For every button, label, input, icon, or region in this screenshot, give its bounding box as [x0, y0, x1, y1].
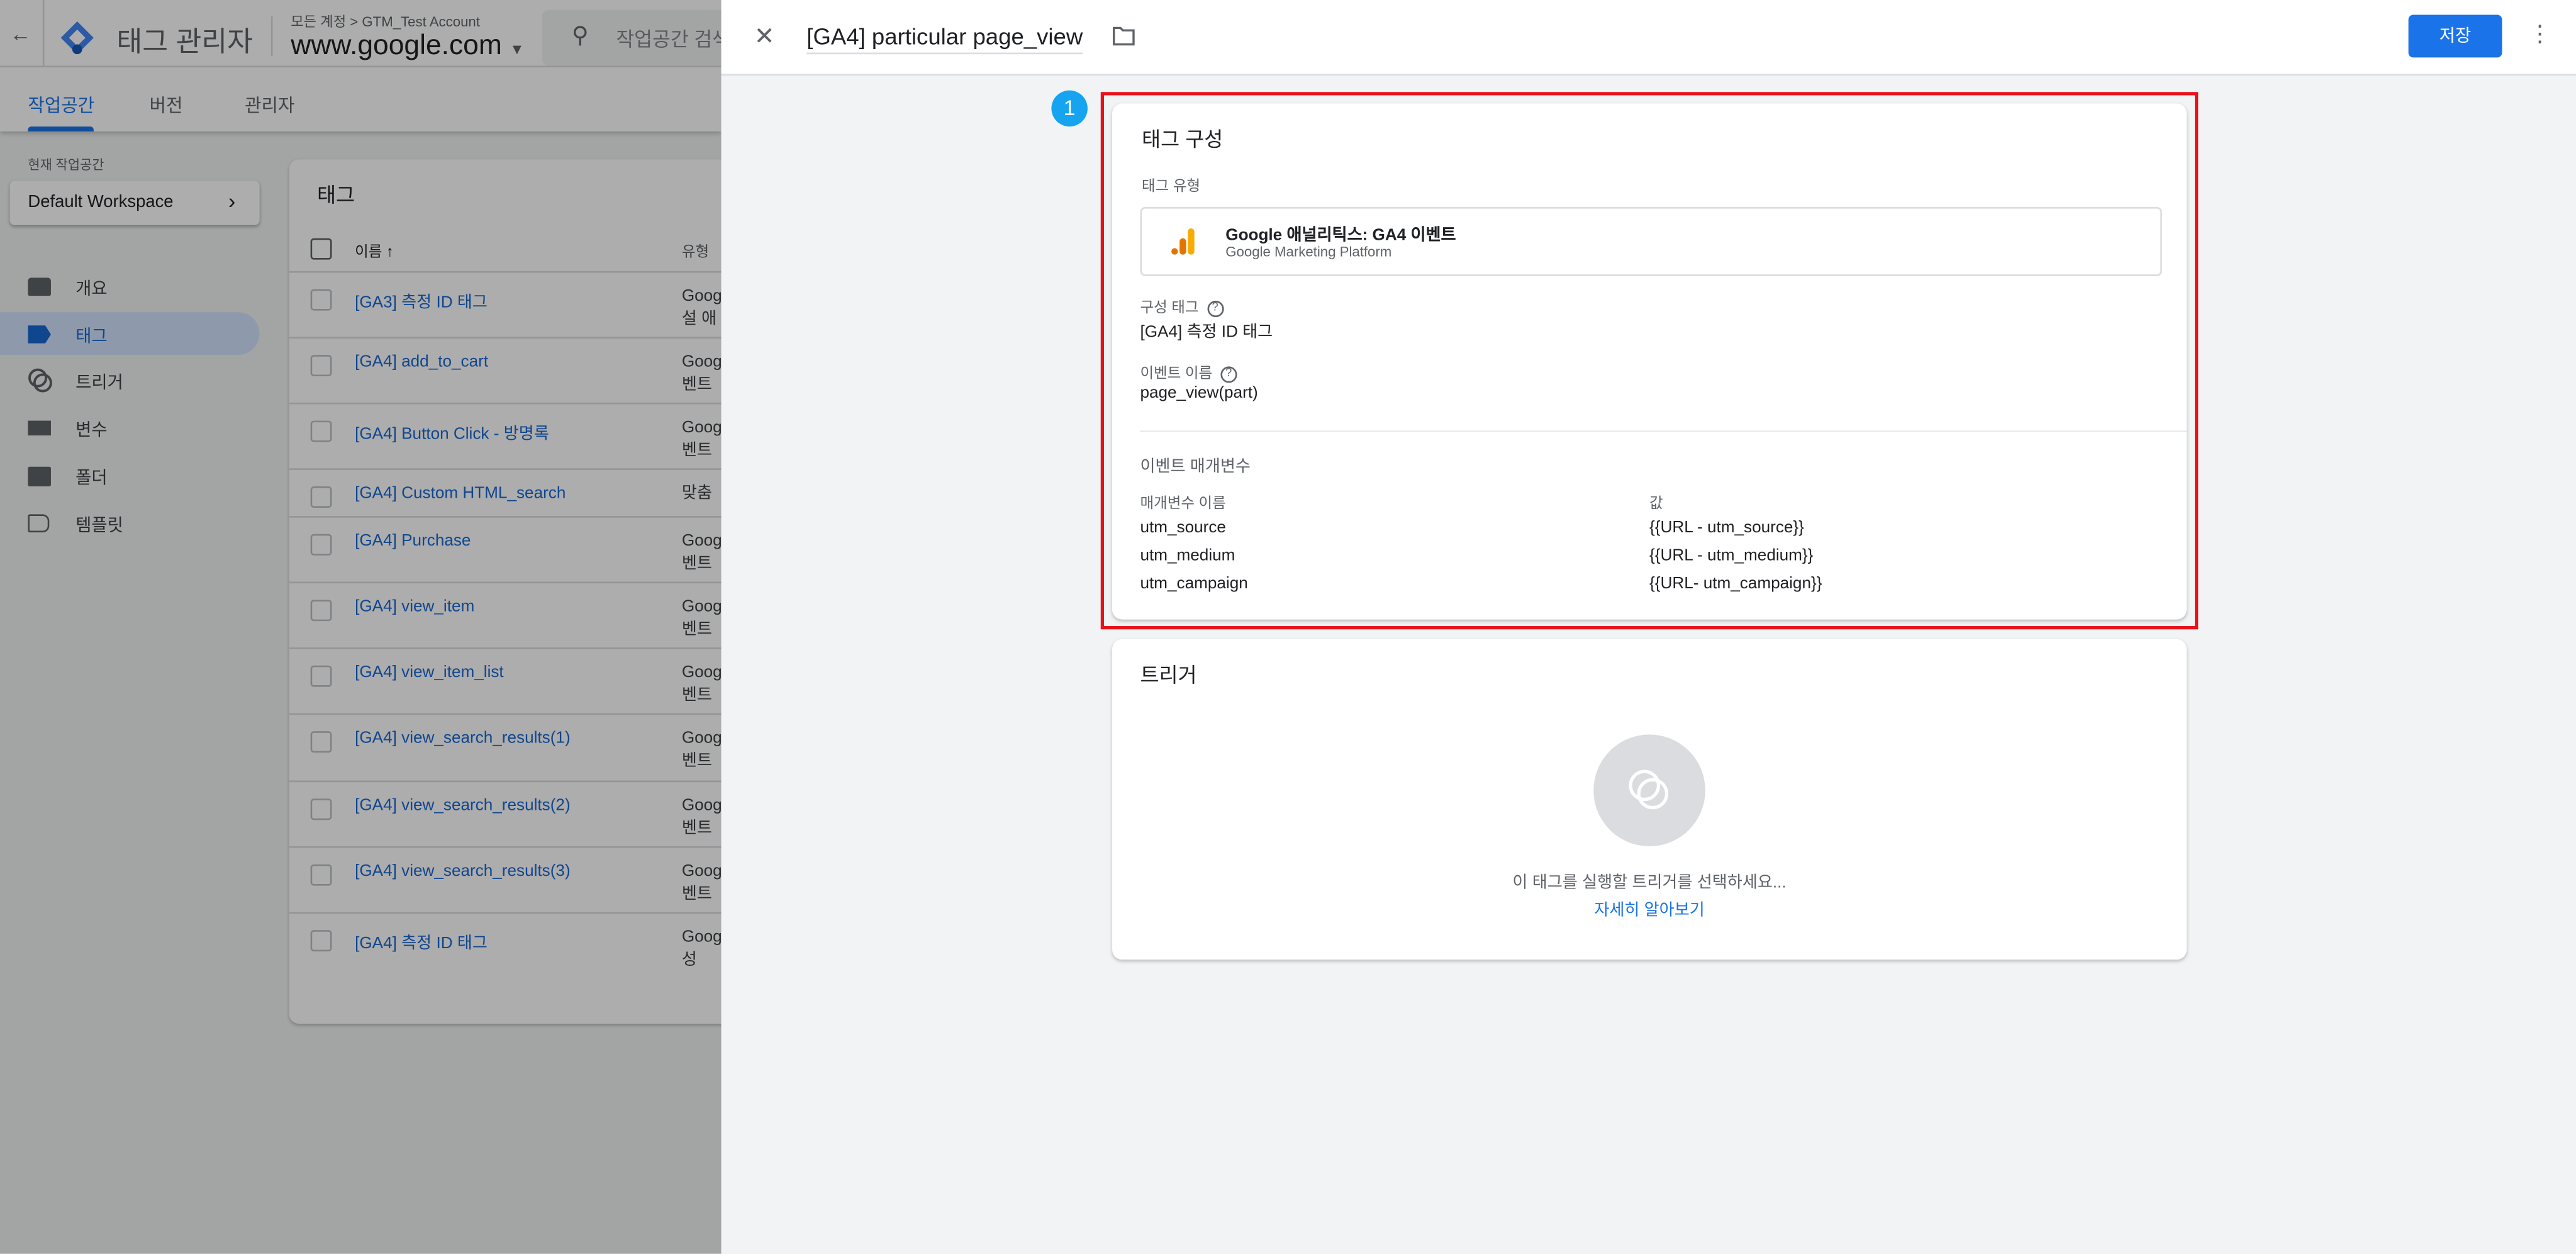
param-name: utm_medium	[1140, 547, 1235, 566]
step-badge: 1	[1051, 90, 1088, 127]
param-name-header: 매개변수 이름	[1140, 495, 1226, 512]
config-tag-label: 구성 태그?	[1140, 296, 1224, 317]
param-value-header: 값	[1649, 495, 1663, 512]
more-options-icon[interactable]: ⋮	[2528, 20, 2551, 47]
help-icon[interactable]: ?	[1207, 300, 1224, 317]
editor-header: ✕ [GA4] particular page_view 저장 ⋮	[721, 0, 2576, 76]
help-icon[interactable]: ?	[1220, 366, 1237, 383]
trigger-empty-text: 이 태그를 실행할 트리거를 선택하세요...	[1512, 874, 1787, 893]
tag-type-box[interactable]: Google 애널리틱스: GA4 이벤트 Google Marketing P…	[1140, 207, 2162, 276]
trigger-placeholder-icon[interactable]	[1593, 734, 1705, 846]
tag-type-label: 태그 유형	[1142, 177, 1201, 194]
close-icon[interactable]: ✕	[754, 21, 775, 51]
tag-editor-panel: ✕ [GA4] particular page_view 저장 ⋮ 1 태그 구…	[721, 0, 2576, 1254]
param-name: utm_source	[1140, 519, 1226, 537]
param-value: {{URL - utm_medium}}	[1649, 547, 1814, 566]
param-value: {{URL- utm_campaign}}	[1649, 575, 1822, 593]
param-value: {{URL - utm_source}}	[1649, 519, 1804, 537]
triggering-card[interactable]: 트리거 이 태그를 실행할 트리거를 선택하세요... 자세히 알아보기	[1112, 639, 2187, 960]
save-button[interactable]: 저장	[2408, 14, 2502, 58]
learn-more-link[interactable]: 자세히 알아보기	[1112, 895, 2187, 921]
event-params-title: 이벤트 매개변수	[1140, 458, 1251, 477]
tag-configuration-card[interactable]: 태그 구성 태그 유형 Google 애널리틱스: GA4 이벤트 Google…	[1112, 103, 2187, 620]
google-analytics-icon	[1171, 228, 1195, 255]
param-name: utm_campaign	[1140, 575, 1248, 593]
divider	[1140, 430, 2187, 432]
config-title: 태그 구성	[1142, 128, 1224, 152]
tag-name-input[interactable]: [GA4] particular page_view	[806, 23, 1083, 55]
tag-type-vendor: Google Marketing Platform	[1225, 243, 1392, 260]
event-name-value: page_view(part)	[1140, 384, 1258, 403]
folder-icon[interactable]	[1112, 26, 1135, 46]
config-tag-value: [GA4] 측정 ID 태그	[1140, 323, 1273, 342]
modal-backdrop[interactable]	[0, 0, 722, 1254]
trigger-title: 트리거	[1140, 664, 1197, 687]
event-name-label: 이벤트 이름?	[1140, 362, 1237, 383]
tag-type-name: Google 애널리틱스: GA4 이벤트	[1225, 227, 1456, 245]
